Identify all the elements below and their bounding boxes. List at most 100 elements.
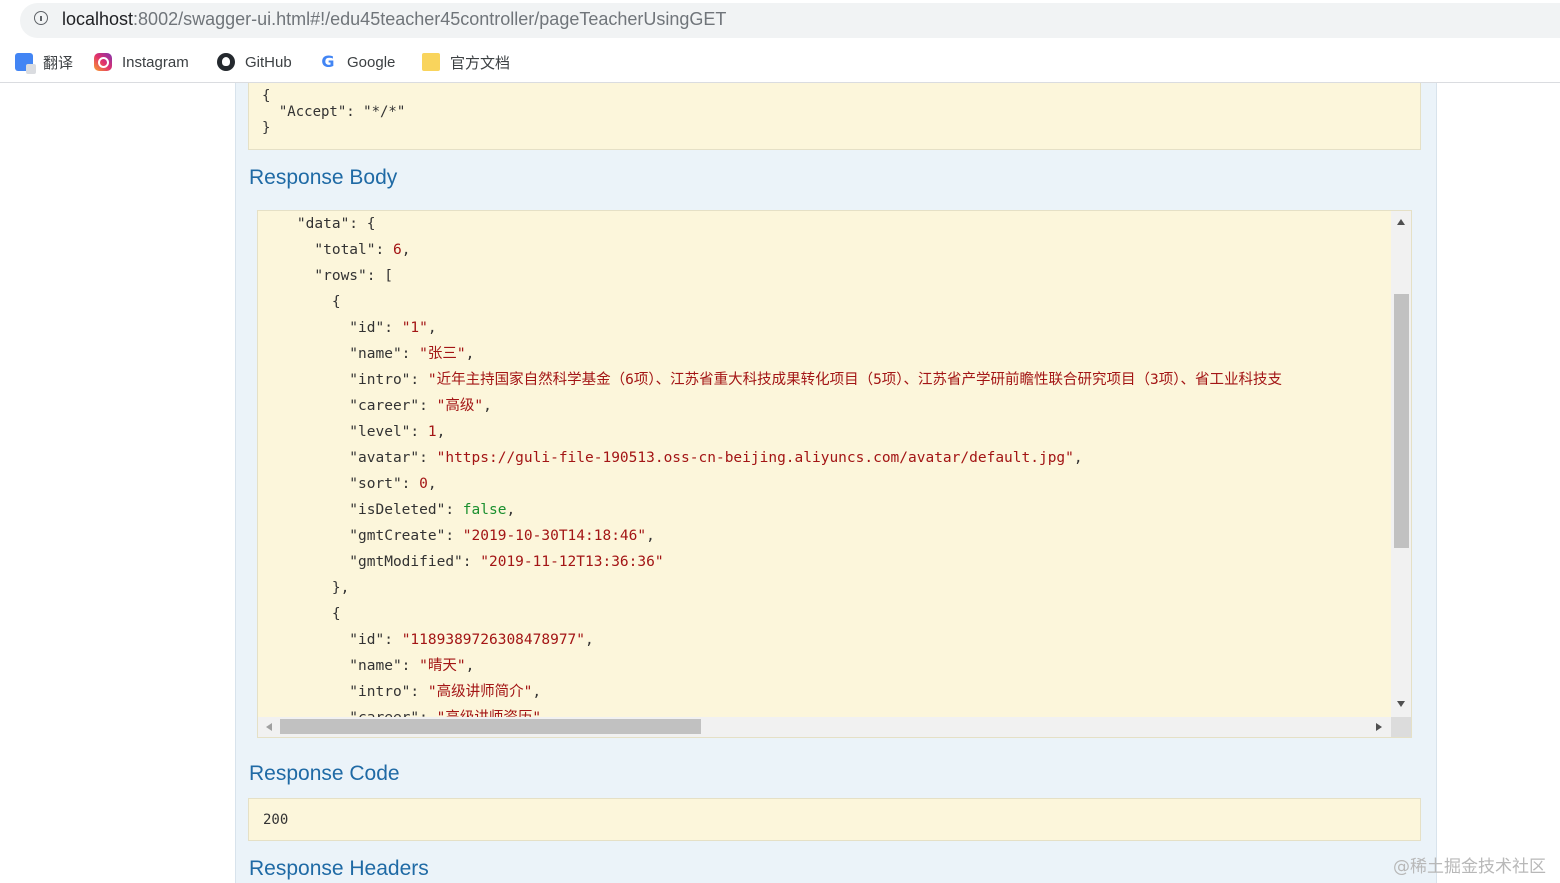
- address-bar-row: localhost:8002/swagger-ui.html#!/edu45te…: [0, 0, 1560, 42]
- json-token: ,: [436, 424, 446, 440]
- json-token: ,: [506, 502, 516, 518]
- json-token: "intro":: [262, 684, 428, 700]
- json-token: 0: [419, 476, 428, 492]
- response-code-heading: Response Code: [249, 762, 400, 785]
- scroll-up-icon[interactable]: [1397, 219, 1405, 225]
- json-token: "1189389726308478977": [401, 632, 586, 648]
- json-line: "career": "高级",: [262, 395, 492, 417]
- response-headers-heading: Response Headers: [249, 857, 429, 880]
- json-token: {: [262, 294, 341, 310]
- json-token: ,: [532, 684, 542, 700]
- json-line: "intro": "高级讲师简介",: [262, 681, 541, 703]
- bookmark-translate[interactable]: 翻译: [15, 50, 73, 74]
- json-token: "张三": [419, 346, 466, 362]
- vertical-scroll-thumb[interactable]: [1394, 294, 1409, 548]
- json-token: "id":: [262, 320, 402, 336]
- scrollbar-corner: [1391, 717, 1411, 737]
- json-token: ,: [1073, 450, 1083, 466]
- json-token: ,: [401, 242, 411, 258]
- json-token: "avatar":: [262, 450, 437, 466]
- google-icon: G: [321, 52, 335, 71]
- bookmark-github[interactable]: GitHub: [217, 50, 292, 74]
- response-code-block: 200: [248, 798, 1421, 841]
- json-token: "gmtCreate":: [262, 528, 463, 544]
- json-token: ,: [465, 658, 475, 674]
- json-token: "isDeleted":: [262, 502, 463, 518]
- json-token: "name":: [262, 658, 420, 674]
- bookmark-official-docs[interactable]: 官方文档: [422, 50, 510, 74]
- json-token: "gmtModified":: [262, 554, 481, 570]
- json-token: "https://guli-file-190513.oss-cn-beijing…: [436, 450, 1074, 466]
- json-token: 6: [392, 242, 402, 258]
- github-icon: [217, 53, 235, 71]
- scroll-down-icon[interactable]: [1397, 701, 1405, 707]
- url-text[interactable]: localhost:8002/swagger-ui.html#!/edu45te…: [62, 9, 726, 30]
- json-line: "name": "晴天",: [262, 655, 474, 677]
- scroll-left-icon[interactable]: [266, 723, 272, 731]
- horizontal-scrollbar[interactable]: [258, 717, 1392, 737]
- json-token: ,: [646, 528, 655, 544]
- response-body-heading: Response Body: [249, 166, 398, 189]
- json-token: },: [262, 580, 350, 596]
- horizontal-scroll-thumb[interactable]: [280, 719, 701, 734]
- json-line: "gmtModified": "2019-11-12T13:36:36": [262, 551, 664, 573]
- json-token: ,: [465, 346, 475, 362]
- json-token: "2019-10-30T14:18:46": [462, 528, 647, 544]
- json-line: "name": "张三",: [262, 343, 474, 365]
- site-info-icon[interactable]: [34, 11, 48, 25]
- json-token: "高级讲师资历": [437, 710, 541, 717]
- json-line: "avatar": "https://guli-file-190513.oss-…: [262, 447, 1083, 469]
- bookmarks-bar: 翻译 Instagram GitHub G Google 官方文档: [0, 42, 1560, 83]
- json-line: "career": "高级讲师资历",: [262, 707, 550, 717]
- json-token: ,: [541, 710, 550, 717]
- json-token: "intro":: [262, 372, 428, 388]
- json-line: "gmtCreate": "2019-10-30T14:18:46",: [262, 525, 655, 547]
- json-line: "total": 6,: [262, 239, 410, 261]
- bookmark-google[interactable]: G Google: [319, 50, 395, 74]
- json-line: "rows": [: [262, 265, 393, 287]
- json-token: "1": [401, 320, 428, 336]
- json-line: "data": {: [262, 213, 376, 235]
- folder-icon: [422, 53, 440, 71]
- json-line: "id": "1189389726308478977",: [262, 629, 594, 651]
- json-token: "2019-11-12T13:36:36": [480, 554, 664, 570]
- json-token: "career":: [262, 710, 437, 717]
- bookmark-instagram[interactable]: Instagram: [94, 50, 189, 74]
- json-line: {: [262, 603, 341, 625]
- response-body-viewport: "data": { "total": 6, "rows": [ { "id": …: [258, 211, 1392, 717]
- json-line: {: [262, 291, 341, 313]
- instagram-icon: [94, 53, 112, 71]
- json-token: "level":: [262, 424, 428, 440]
- translate-icon: [15, 53, 36, 74]
- vertical-scrollbar[interactable]: [1391, 211, 1411, 717]
- response-code-value: 200: [263, 812, 289, 828]
- json-line: "id": "1",: [262, 317, 437, 339]
- json-token: ,: [585, 632, 594, 648]
- json-token: ,: [427, 476, 437, 492]
- json-token: ,: [427, 320, 437, 336]
- json-token: "sort":: [262, 476, 420, 492]
- json-line: "sort": 0,: [262, 473, 437, 495]
- json-token: "rows": [: [262, 268, 393, 284]
- json-token: "total":: [262, 242, 393, 258]
- json-token: 1: [427, 424, 437, 440]
- json-token: "晴天": [419, 658, 466, 674]
- json-token: false: [462, 502, 507, 518]
- json-line: },: [262, 577, 349, 599]
- json-token: "name":: [262, 346, 420, 362]
- json-token: {: [262, 606, 341, 622]
- json-token: "id":: [262, 632, 402, 648]
- json-token: ,: [483, 398, 492, 414]
- watermark: @稀土掘金技术社区: [1393, 857, 1546, 877]
- scroll-right-icon[interactable]: [1376, 723, 1382, 731]
- json-token: "data": {: [262, 216, 376, 232]
- json-token: "高级讲师简介": [427, 684, 533, 700]
- json-line: "level": 1,: [262, 421, 445, 443]
- json-token: "career":: [262, 398, 437, 414]
- json-line: "intro": "近年主持国家自然科学基金（6项）、江苏省重大科技成果转化项目…: [262, 369, 1282, 391]
- json-token: "近年主持国家自然科学基金（6项）、江苏省重大科技成果转化项目（5项）、江苏省产…: [427, 372, 1283, 388]
- json-line: "isDeleted": false,: [262, 499, 515, 521]
- json-token: "高级": [436, 398, 484, 414]
- request-headers-block: { "Accept": "*/*"}: [248, 83, 1421, 150]
- response-body-block[interactable]: "data": { "total": 6, "rows": [ { "id": …: [257, 210, 1412, 738]
